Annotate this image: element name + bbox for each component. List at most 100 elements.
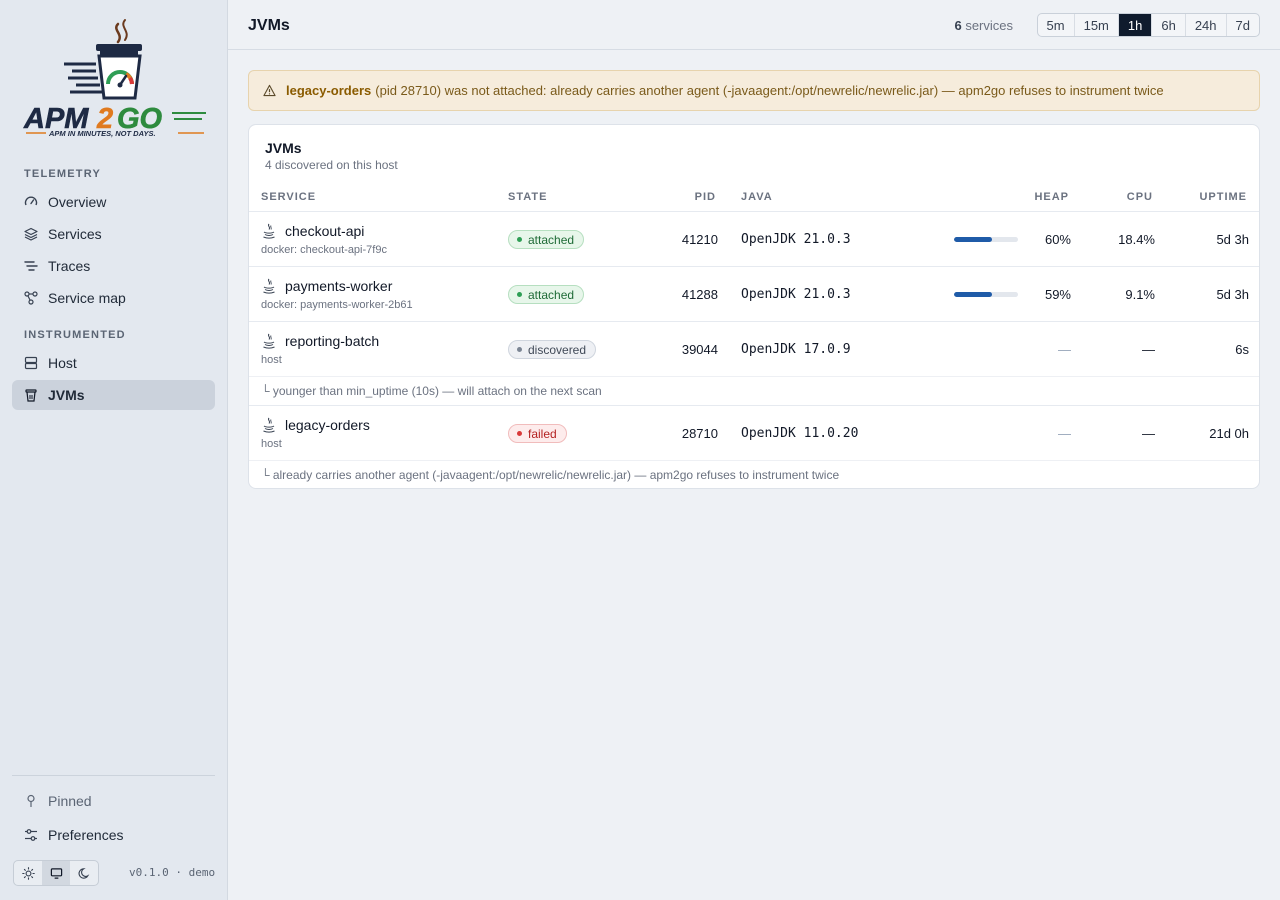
col-pid: PID (694, 191, 716, 203)
service-source: host (261, 354, 282, 366)
heap-value: 60% (1044, 232, 1071, 247)
time-range-selector: 5m 15m 1h 6h 24h 7d (1036, 13, 1260, 37)
sidebar-item-label: JVMs (48, 387, 85, 403)
range-5m[interactable]: 5m (1038, 14, 1075, 36)
heap-value: — (1058, 426, 1071, 441)
java-icon (262, 333, 276, 349)
apm2go-logo[interactable]: APM 2 GO APM IN MINUTES, NOT DAYS. (22, 18, 208, 142)
service-count-value: 6 (954, 18, 962, 33)
graph-icon (24, 291, 38, 305)
note-arrow-icon: └ (261, 384, 273, 398)
service-source: docker: checkout-api-7f9c (261, 244, 387, 256)
service-count: 6 services (954, 18, 1013, 33)
service-count-label: services (965, 18, 1013, 33)
row-note-text: younger than min_uptime (10s) — will att… (272, 384, 602, 398)
status-badge: failed (508, 424, 567, 443)
java-icon (262, 278, 276, 294)
table-row[interactable]: checkout-api docker: checkout-api-7f9c a… (249, 211, 1259, 266)
pid-value: 41210 (681, 232, 718, 247)
table-row[interactable]: legacy-orders host failed 28710 OpenJDK … (249, 405, 1259, 460)
sidebar-item-label: Service map (48, 290, 126, 306)
heap-value: — (1058, 342, 1071, 357)
nav-section-telemetry: TELEMETRY (24, 168, 102, 180)
heap-bar (954, 292, 1018, 297)
moon-icon (78, 867, 89, 879)
col-heap: HEAP (1034, 191, 1069, 203)
sidebar-item-pinned[interactable]: Pinned (12, 786, 215, 816)
page-header: JVMs 6 services 5m 15m 1h 6h 24h 7d (228, 0, 1280, 50)
service-name[interactable]: reporting-batch (285, 333, 379, 349)
page-title: JVMs (248, 17, 290, 34)
table-row[interactable]: payments-worker docker: payments-worker-… (249, 266, 1259, 321)
sidebar-divider (12, 775, 215, 776)
service-source: docker: payments-worker-2b61 (261, 299, 413, 311)
cpu-value: — (1142, 426, 1155, 441)
sidebar-item-jvms[interactable]: JVMs (12, 380, 215, 410)
banner-message: (pid 28710) was not attached: already ca… (375, 83, 1164, 98)
heap-bar (954, 237, 1018, 242)
range-1h[interactable]: 1h (1118, 14, 1153, 36)
theme-dark-button[interactable] (70, 861, 98, 885)
status-badge: discovered (508, 340, 597, 359)
service-name[interactable]: legacy-orders (285, 417, 370, 433)
sidebar-item-label: Traces (48, 258, 91, 274)
col-service: SERVICE (261, 191, 317, 203)
sidebar-item-preferences[interactable]: Preferences (12, 820, 215, 850)
coffee-cup-icon (24, 388, 38, 402)
sidebar-item-overview[interactable]: Overview (12, 187, 215, 217)
cpu-value: 18.4% (1118, 232, 1155, 247)
col-java: JAVA (741, 191, 773, 203)
nav-section-instrumented: INSTRUMENTED (24, 329, 126, 341)
uptime-value: 21d 0h (1209, 426, 1249, 441)
service-name[interactable]: checkout-api (285, 223, 364, 239)
heap-bar-fill (954, 237, 993, 242)
uptime-value: 6s (1235, 342, 1249, 357)
traces-icon (24, 259, 38, 273)
pid-value: 28710 (681, 426, 718, 441)
warning-icon (263, 84, 276, 97)
sidebar-item-services[interactable]: Services (12, 219, 215, 249)
service-name[interactable]: payments-worker (285, 278, 392, 294)
sidebar-item-label: Host (48, 355, 77, 371)
java-icon (262, 223, 276, 239)
col-state: STATE (508, 191, 548, 203)
jvms-card: JVMs 4 discovered on this host SERVICE S… (248, 124, 1260, 489)
sidebar-item-traces[interactable]: Traces (12, 251, 215, 281)
range-6h[interactable]: 6h (1152, 14, 1186, 36)
note-arrow-icon: └ (261, 468, 273, 482)
java-version: OpenJDK 21.0.3 (741, 287, 851, 302)
banner-service[interactable]: legacy-orders (286, 83, 371, 98)
gauge-icon (24, 195, 38, 209)
status-badge: attached (508, 285, 585, 304)
theme-toggle (13, 860, 99, 886)
range-15m[interactable]: 15m (1075, 14, 1119, 36)
sidebar-item-host[interactable]: Host (12, 348, 215, 378)
java-icon (262, 417, 276, 433)
layers-icon (24, 227, 38, 241)
row-note-text: already carries another agent (-javaagen… (272, 468, 840, 482)
java-version: OpenJDK 17.0.9 (741, 342, 851, 357)
cpu-value: 9.1% (1125, 287, 1155, 302)
java-version: OpenJDK 21.0.3 (741, 232, 851, 247)
uptime-value: 5d 3h (1216, 287, 1249, 302)
range-7d[interactable]: 7d (1227, 14, 1259, 36)
sidebar-item-label: Pinned (48, 793, 92, 809)
sidebar-item-label: Services (48, 226, 102, 242)
theme-light-button[interactable] (14, 861, 42, 885)
java-version: OpenJDK 11.0.20 (741, 426, 859, 441)
range-24h[interactable]: 24h (1186, 14, 1227, 36)
sidebar: APM 2 GO APM IN MINUTES, NOT DAYS. TELEM… (0, 0, 228, 900)
cpu-value: — (1142, 342, 1155, 357)
theme-system-button[interactable] (42, 861, 70, 885)
pid-value: 41288 (681, 287, 718, 302)
uptime-value: 5d 3h (1216, 232, 1249, 247)
pin-icon (24, 794, 38, 808)
server-icon (24, 356, 38, 370)
table-row[interactable]: reporting-batch host discovered 39044 Op… (249, 321, 1259, 376)
heap-bar-fill (954, 292, 992, 297)
service-source: host (261, 438, 282, 450)
monitor-icon (50, 867, 62, 879)
sidebar-item-service-map[interactable]: Service map (12, 283, 215, 313)
card-subtitle: 4 discovered on this host (265, 158, 398, 172)
sliders-icon (24, 828, 38, 842)
